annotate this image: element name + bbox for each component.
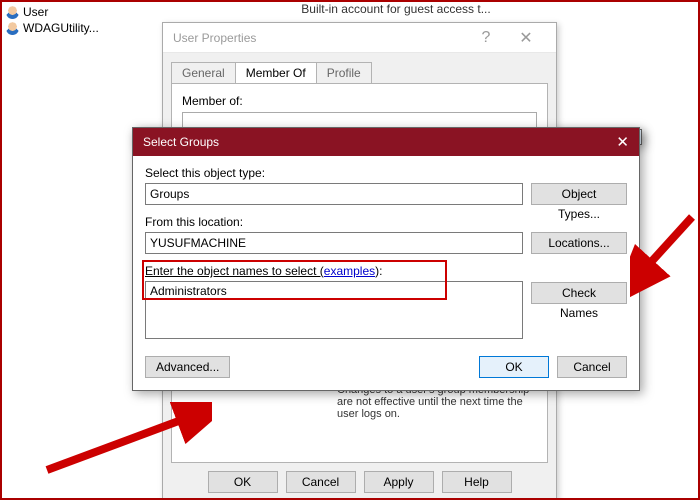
- check-names-button[interactable]: Check Names: [531, 282, 627, 304]
- user-icon: [6, 6, 19, 19]
- object-type-field[interactable]: [145, 183, 523, 205]
- dialog-title: Select Groups: [143, 135, 589, 149]
- help-icon[interactable]: ?: [466, 29, 506, 47]
- tab-member-of[interactable]: Member Of: [235, 62, 317, 84]
- help-button[interactable]: Help: [442, 471, 512, 493]
- dialog-body: Select this object type: Object Types...…: [133, 156, 639, 390]
- location-label: From this location:: [145, 215, 523, 229]
- enter-names-label: Enter the object names to select (exampl…: [145, 264, 523, 278]
- object-names-input[interactable]: [145, 281, 523, 339]
- member-of-label: Member of:: [182, 94, 243, 108]
- user-icon: [6, 22, 19, 35]
- user-list: Guest User WDAGUtility...: [4, 4, 154, 36]
- location-field[interactable]: [145, 232, 523, 254]
- close-icon[interactable]: ✕: [506, 28, 546, 48]
- cancel-button[interactable]: Cancel: [286, 471, 356, 493]
- user-description: Built-in account for guest access t...: [246, 2, 546, 16]
- ok-button[interactable]: OK: [479, 356, 549, 378]
- viewport: Guest User WDAGUtility... Built-in accou…: [0, 0, 700, 500]
- select-groups-dialog: Select Groups ✕ Select this object type:…: [132, 127, 640, 391]
- object-types-button[interactable]: Object Types...: [531, 183, 627, 205]
- list-item[interactable]: User: [4, 4, 154, 20]
- apply-button[interactable]: Apply: [364, 471, 434, 493]
- annotation-arrow: [630, 202, 700, 302]
- close-icon[interactable]: ✕: [589, 133, 629, 151]
- tab-strip: General Member Of Profile: [171, 59, 556, 83]
- examples-link[interactable]: examples: [324, 264, 375, 278]
- titlebar[interactable]: User Properties ? ✕: [163, 23, 556, 53]
- advanced-button[interactable]: Advanced...: [145, 356, 230, 378]
- list-item[interactable]: WDAGUtility...: [4, 20, 154, 36]
- cancel-button[interactable]: Cancel: [557, 356, 627, 378]
- window-title: User Properties: [173, 31, 466, 45]
- object-type-label: Select this object type:: [145, 166, 523, 180]
- dialog-buttons: OK Cancel Apply Help: [163, 471, 556, 493]
- user-name: User: [23, 5, 48, 19]
- tab-profile[interactable]: Profile: [316, 62, 372, 83]
- ok-button[interactable]: OK: [208, 471, 278, 493]
- titlebar[interactable]: Select Groups ✕: [133, 128, 639, 156]
- user-name: WDAGUtility...: [23, 21, 99, 35]
- tab-general[interactable]: General: [171, 62, 236, 83]
- locations-button[interactable]: Locations...: [531, 232, 627, 254]
